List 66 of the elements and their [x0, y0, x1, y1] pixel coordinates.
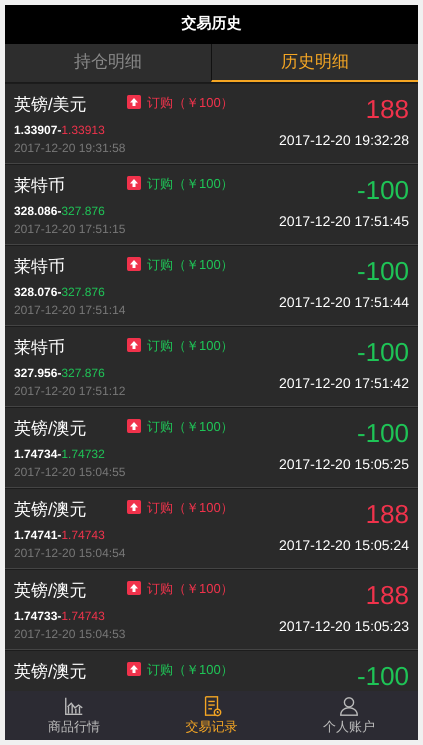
profit-amount: -100	[356, 336, 409, 369]
trade-row[interactable]: 英镑/澳元 订购（￥100） 1.74734-1.74732 2017-12-20 15:04:55 -100 2017-12-20 15:05:25	[5, 407, 418, 488]
open-time: 2017-12-20 17:51:14	[14, 302, 126, 318]
order-tag: 订购（￥100）	[147, 578, 234, 598]
instrument-name: 英镑/美元	[14, 94, 88, 116]
order-tag: 订购（￥100）	[147, 92, 234, 112]
up-arrow-icon	[127, 581, 141, 596]
trade-row[interactable]: 莱特币 订购（￥100） 327.956-327.876 2017-12-20 17:51:12 -100 2017-12-20 17:51:42	[5, 326, 418, 407]
price-range: 1.74741-1.74743	[14, 526, 106, 544]
profit-amount: -100	[356, 660, 409, 691]
close-time: 2017-12-20 17:51:45	[279, 212, 409, 231]
nav-tab[interactable]: 交易记录	[142, 691, 280, 740]
person-icon	[338, 694, 360, 717]
profit-amount: -100	[356, 174, 409, 207]
profit-amount: -100	[356, 417, 409, 450]
close-time: 2017-12-20 15:05:25	[279, 455, 409, 474]
open-time: 2017-12-20 17:51:12	[14, 382, 126, 400]
price-range: 327.956-327.876	[14, 364, 106, 382]
instrument-name: 英镑/澳元	[14, 418, 88, 440]
price-range: 328.076-327.876	[14, 284, 106, 300]
trade-row[interactable]: 莱特币 订购（￥100） 328.086-327.876 2017-12-20 17:51:15 -100 2017-12-20 17:51:45	[5, 164, 418, 245]
instrument-name: 莱特币	[14, 175, 66, 197]
close-time: 2017-12-20 19:32:28	[279, 131, 409, 150]
tab[interactable]: 持仓明细	[5, 44, 211, 82]
price-range: 1.74734-1.74732	[14, 446, 106, 462]
instrument-name: 英镑/澳元	[14, 580, 88, 602]
trade-row[interactable]: 英镑/美元 订购（￥100） 1.33907-1.33913 2017-12-20 19:31:58 188 2017-12-20 19:32:28	[5, 83, 418, 164]
profit-amount: -100	[356, 255, 409, 288]
price-range: 328.086-327.876	[14, 202, 106, 220]
open-time: 2017-12-20 15:04:54	[14, 544, 126, 562]
order-tag: 订购（￥100）	[147, 336, 234, 355]
up-arrow-icon	[127, 338, 141, 352]
profit-amount: 188	[366, 498, 409, 531]
order-tag: 订购（￥100）	[147, 254, 234, 274]
open-time: 2017-12-20 15:04:55	[14, 464, 126, 480]
open-time: 2017-12-20 15:04:53	[14, 626, 126, 642]
instrument-name: 莱特币	[14, 256, 66, 278]
up-arrow-icon	[127, 500, 141, 514]
nav-tab[interactable]: 个人账户	[280, 691, 418, 740]
price-range: 1.74733-1.74743	[14, 608, 106, 624]
profit-amount: 188	[366, 579, 409, 612]
instrument-name: 英镑/澳元	[14, 661, 88, 683]
up-arrow-icon	[127, 95, 141, 110]
order-tag: 订购（￥100）	[147, 416, 234, 436]
order-tag: 订购（￥100）	[147, 498, 234, 517]
open-time: 2017-12-20 19:31:58	[14, 140, 126, 156]
nav-tab[interactable]: 商品行情	[5, 691, 143, 740]
close-time: 2017-12-20 15:05:24	[279, 536, 409, 555]
page-title: 交易历史	[182, 14, 242, 34]
close-time: 2017-12-20 17:51:42	[279, 374, 409, 393]
up-arrow-icon	[127, 662, 141, 676]
trade-row[interactable]: 莱特币 订购（￥100） 328.076-327.876 2017-12-20 17:51:14 -100 2017-12-20 17:51:44	[5, 245, 418, 326]
close-time: 2017-12-20 17:51:44	[279, 293, 409, 312]
profit-amount: 188	[366, 93, 409, 126]
trade-row[interactable]: 英镑/澳元 订购（￥100） 1.74733-1.74743 2017-12-20 15:04:53 188 2017-12-20 15:05:23	[5, 569, 418, 650]
instrument-name: 莱特币	[14, 337, 66, 359]
close-time: 2017-12-20 15:05:23	[279, 617, 409, 636]
up-arrow-icon	[127, 257, 141, 272]
order-tag: 订购（￥100）	[147, 174, 234, 193]
trade-row[interactable]: 英镑/澳元 订购（￥100） 1.74741-1.74743 2017-12-20 15:04:54 188 2017-12-20 15:05:24	[5, 488, 418, 569]
up-arrow-icon	[127, 176, 141, 190]
price-range: 1.33907-1.33913	[14, 122, 106, 138]
open-time: 2017-12-20 17:51:15	[14, 220, 126, 238]
up-arrow-icon	[127, 419, 141, 434]
instrument-name: 英镑/澳元	[14, 499, 88, 521]
order-tag: 订购（￥100）	[147, 660, 234, 679]
